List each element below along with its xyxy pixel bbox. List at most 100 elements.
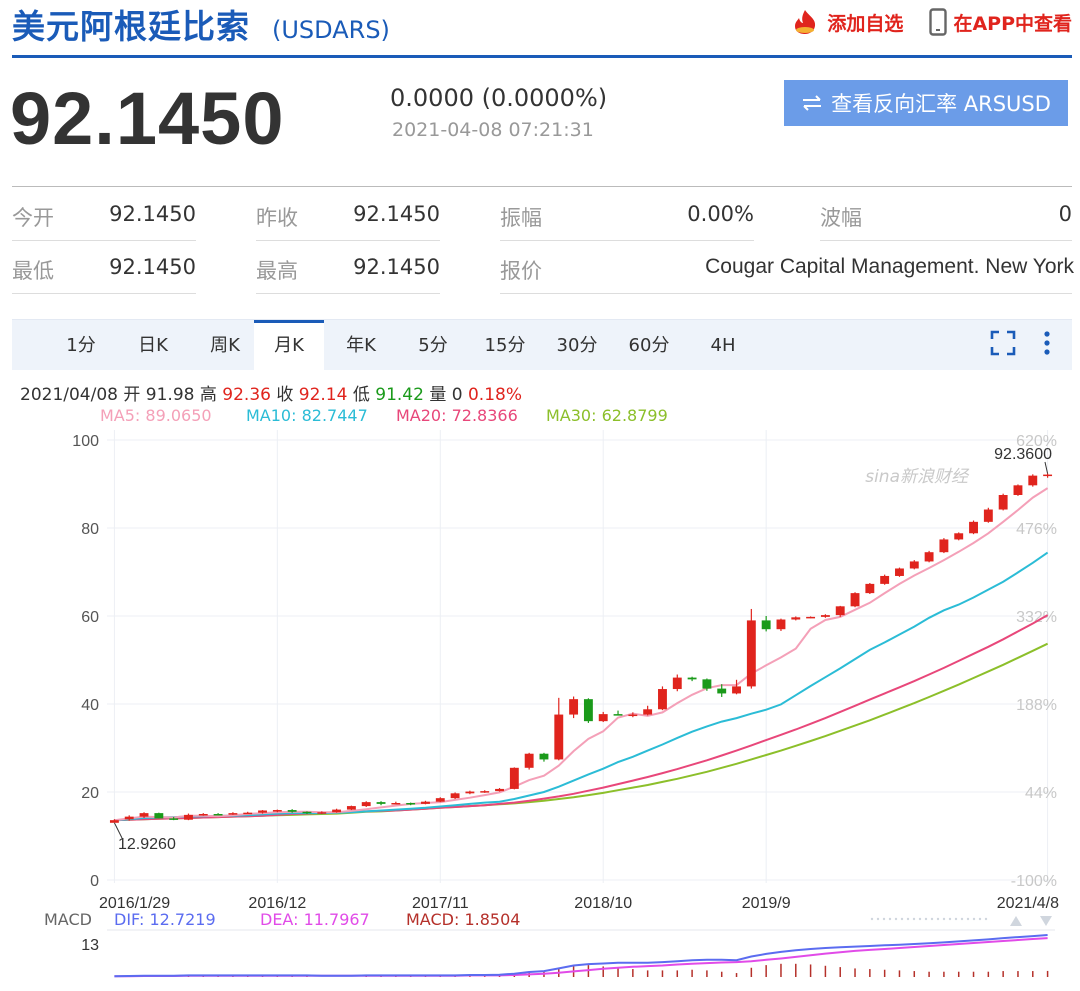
candle-body bbox=[109, 820, 119, 823]
drag-handle-dot bbox=[960, 917, 964, 921]
pct-tick-label: 44% bbox=[1025, 785, 1057, 802]
candle-body bbox=[761, 620, 771, 630]
candle-body bbox=[732, 686, 741, 694]
candle-body bbox=[820, 615, 830, 617]
drag-handle-dot bbox=[918, 917, 922, 921]
pct-tick-label: 332% bbox=[1016, 609, 1057, 626]
drag-handle-dot bbox=[948, 917, 952, 921]
candle-body bbox=[865, 583, 875, 594]
candle-body bbox=[983, 509, 993, 522]
scroll-down-icon bbox=[1040, 916, 1052, 926]
candle-body bbox=[361, 802, 371, 807]
drag-handle-dot bbox=[882, 917, 886, 921]
candle-body bbox=[391, 803, 401, 805]
candle-body bbox=[509, 767, 519, 789]
candle-body bbox=[687, 677, 697, 680]
min-value-label: 12.9260 bbox=[118, 836, 176, 853]
drag-handle-dot bbox=[984, 917, 988, 921]
ma10-line bbox=[114, 551, 1049, 822]
candles bbox=[109, 473, 1053, 823]
candle-body bbox=[1013, 485, 1023, 495]
y-tick-label: 20 bbox=[81, 785, 99, 802]
candle-body bbox=[524, 753, 534, 768]
y-axis-ticks: 100 80 60 40 20 0 bbox=[72, 433, 99, 890]
y-tick-label: 100 bbox=[72, 433, 99, 450]
candle-body bbox=[346, 806, 356, 810]
candle-body bbox=[672, 677, 682, 690]
candle-body bbox=[969, 521, 978, 534]
drag-handle-dot bbox=[870, 917, 874, 921]
drag-handle-dot bbox=[978, 917, 982, 921]
candle-body bbox=[924, 552, 934, 562]
drag-handle-dot bbox=[936, 917, 940, 921]
candle-body bbox=[598, 714, 608, 722]
candle-body bbox=[954, 533, 964, 540]
x-tick-label: 2021/4/8 bbox=[997, 895, 1059, 912]
x-axis-ticks: 2016/1/29 2016/12 2017/11 2018/10 2019/9 2021… bbox=[99, 895, 1059, 912]
sina-watermark: sina新浪财经 bbox=[865, 467, 970, 487]
candle-body bbox=[850, 593, 860, 607]
candle-body bbox=[450, 793, 460, 799]
candle-body bbox=[154, 813, 164, 819]
candle-body bbox=[746, 620, 756, 687]
candle-body bbox=[1028, 475, 1038, 486]
candle-body bbox=[909, 561, 919, 569]
candle-body bbox=[939, 539, 949, 553]
candle-body bbox=[776, 619, 786, 630]
drag-handle-dot bbox=[954, 917, 958, 921]
candle-body bbox=[287, 810, 297, 812]
candle-body bbox=[806, 616, 816, 619]
pct-tick-label: -100% bbox=[1011, 873, 1057, 890]
candle-body bbox=[717, 688, 727, 694]
candle-body bbox=[880, 575, 890, 584]
candle-body bbox=[421, 801, 430, 804]
candle-body bbox=[406, 803, 416, 805]
drag-handle-dot bbox=[906, 917, 910, 921]
candle-body bbox=[169, 818, 179, 820]
candle-body bbox=[243, 812, 253, 815]
candle-body bbox=[302, 811, 312, 814]
candle-body bbox=[569, 699, 579, 715]
candle-body bbox=[643, 709, 653, 715]
candle-body bbox=[583, 699, 593, 722]
candle-body bbox=[213, 814, 223, 816]
drag-handle-dot bbox=[894, 917, 898, 921]
ma30-line bbox=[114, 642, 1049, 822]
candle-body bbox=[895, 568, 904, 576]
candle-body bbox=[184, 814, 193, 820]
drag-handle-dot bbox=[888, 917, 892, 921]
candle-body bbox=[554, 714, 564, 760]
candle-body bbox=[791, 617, 801, 620]
pct-tick-label: 188% bbox=[1016, 697, 1057, 714]
y-tick-label: 40 bbox=[81, 697, 99, 714]
candle-body bbox=[702, 679, 712, 689]
ma20-line bbox=[114, 614, 1049, 822]
drag-handle-dot bbox=[900, 917, 904, 921]
pct-axis-ticks: 620%476%332%188%44%-100% bbox=[1011, 433, 1057, 890]
scroll-up-icon bbox=[1010, 916, 1022, 926]
macd-title: MACD bbox=[44, 910, 92, 929]
ma-lines bbox=[114, 487, 1049, 822]
drag-handle-dot bbox=[972, 917, 976, 921]
max-value-label: 92.3600 bbox=[994, 446, 1052, 463]
candle-body bbox=[628, 714, 638, 717]
candle-body bbox=[332, 809, 342, 813]
candle-body bbox=[539, 753, 549, 760]
candle-body bbox=[613, 714, 623, 716]
macd-value-legend: MACD: 1.8504 bbox=[406, 910, 521, 929]
candle-body bbox=[480, 791, 490, 793]
y-tick-label: 80 bbox=[81, 521, 99, 538]
y-tick-label: 60 bbox=[81, 609, 99, 626]
macd-dea-legend: DEA: 11.7967 bbox=[260, 910, 370, 929]
watermark-text: sina新浪财经 bbox=[865, 467, 970, 487]
candle-body bbox=[658, 689, 667, 710]
x-tick-label: 2019/9 bbox=[742, 895, 791, 912]
candle-body bbox=[998, 495, 1008, 510]
drag-handle-dot bbox=[912, 917, 916, 921]
drag-handle-dot bbox=[924, 917, 928, 921]
candle-body bbox=[258, 810, 267, 813]
drag-handle-dot bbox=[966, 917, 970, 921]
pct-tick-label: 476% bbox=[1016, 521, 1057, 538]
kline-chart[interactable]: 100806040200 620%476%332%188%44%-100% 20… bbox=[0, 0, 1080, 991]
candle-body bbox=[139, 813, 149, 817]
